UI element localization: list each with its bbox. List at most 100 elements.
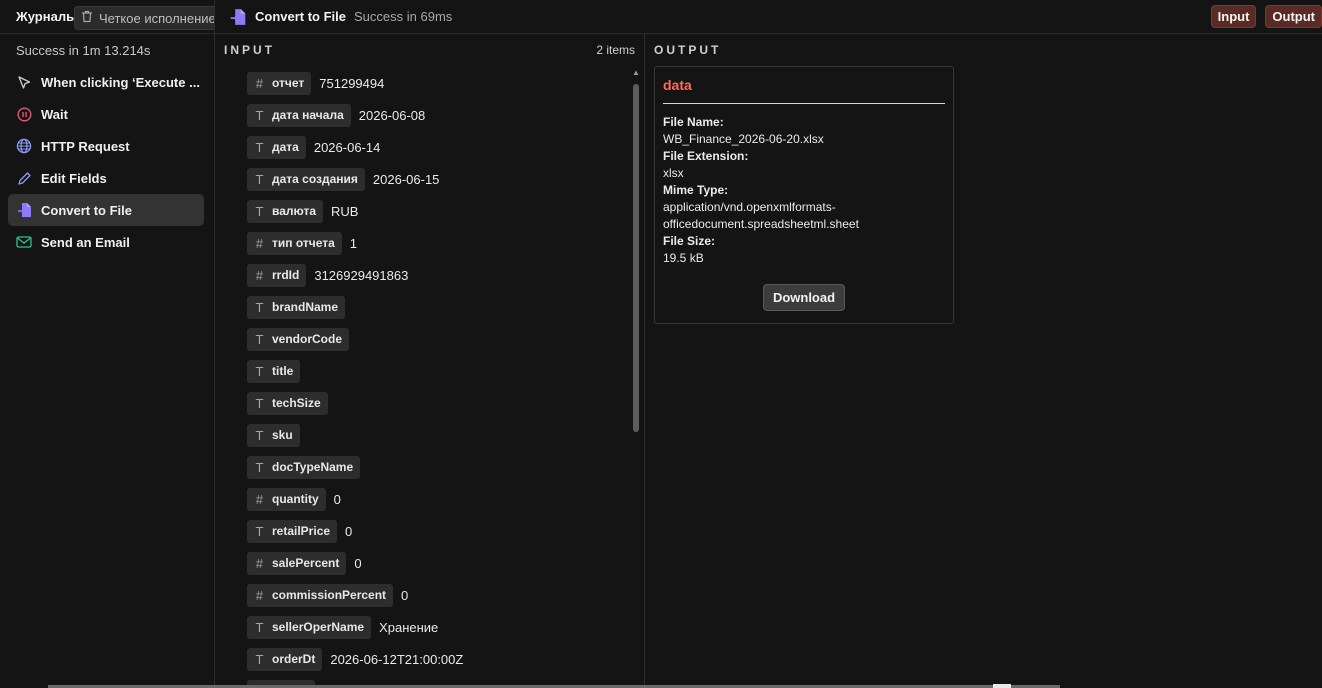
scroll-up-arrow-icon[interactable]: ▲ [632, 68, 640, 78]
node-label: When clicking ‘Execute ... [41, 74, 200, 90]
file-metadata: File Name: WB_Finance_2026-06-20.xlsx Fi… [663, 114, 945, 267]
mime-type-value-line1: application/vnd.openxmlformats- [663, 200, 836, 214]
binary-key: data [663, 77, 945, 104]
number-type-icon: # [255, 587, 264, 603]
number-type-icon: # [255, 75, 264, 91]
input-panel-label: INPUT [224, 43, 275, 57]
field-key-chip[interactable]: TvendorCode [247, 327, 350, 351]
node-label: Convert to File [41, 202, 133, 218]
input-field-row: Tдата 2026-06-14 [247, 131, 627, 163]
view-toggle: Input Output [1210, 5, 1322, 28]
input-field-row: Tдата создания 2026-06-15 [247, 163, 627, 195]
field-key-chip[interactable]: Tдата создания [247, 167, 365, 191]
field-key-chip[interactable]: # quantity [247, 487, 326, 511]
field-key-chip[interactable]: TretailPrice [247, 519, 338, 543]
field-value: 0 [354, 555, 362, 571]
field-key-chip[interactable]: TorderDt [247, 647, 323, 671]
field-key: vendorCode [272, 332, 343, 346]
node-list: When clicking ‘Execute ... Wait HTTP Req… [0, 66, 214, 258]
node-item-send-email[interactable]: Send an Email [8, 226, 204, 258]
node-item-convert-to-file[interactable]: Convert to File [8, 194, 204, 226]
input-field-row: Tsku [247, 419, 627, 451]
input-scrollbar[interactable]: ▲ [632, 68, 640, 688]
execution-tag[interactable]: Четкое исполнение [74, 6, 214, 30]
field-key: отчет [272, 76, 305, 90]
node-item-http-request[interactable]: HTTP Request [8, 130, 204, 162]
file-name-value: WB_Finance_2026-06-20.xlsx [663, 132, 824, 146]
binary-data-card: data File Name: WB_Finance_2026-06-20.xl… [654, 66, 954, 324]
input-field-row: # тип отчета 1 [247, 227, 627, 259]
download-button[interactable]: Download [762, 284, 846, 311]
input-button[interactable]: Input [1210, 5, 1257, 28]
field-key-chip[interactable]: # тип отчета [247, 231, 342, 255]
field-key: techSize [272, 396, 321, 410]
field-key: дата начала [272, 108, 344, 122]
field-value: 2026-06-15 [372, 171, 440, 187]
node-item-edit-fields[interactable]: Edit Fields [8, 162, 204, 194]
input-field-list: # отчет 751299494 Tдата начала 2026-06-08 Tда… [247, 67, 627, 688]
node-label: HTTP Request [41, 138, 130, 154]
logs-sidebar: Журналы Четкое исполнение Success in 1m … [0, 0, 215, 688]
node-run-status: Success in 69ms [354, 9, 453, 24]
field-value: 0 [401, 587, 409, 603]
field-value: 1 [349, 235, 358, 251]
field-key: quantity [272, 492, 319, 506]
field-key: brandName [272, 300, 339, 314]
field-key-chip[interactable]: TsellerOperName [247, 615, 372, 639]
node-item-manual-trigger[interactable]: When clicking ‘Execute ... [8, 66, 204, 98]
horizontal-scroll-thumb[interactable] [993, 684, 1011, 688]
field-key: rrdId [272, 268, 300, 282]
number-type-icon: # [255, 491, 264, 507]
file-name-label: File Name: [663, 115, 724, 129]
output-button[interactable]: Output [1265, 5, 1322, 28]
field-key-chip[interactable]: Tдата [247, 135, 306, 159]
input-field-row: # commissionPercent 0 [247, 579, 627, 611]
output-panel-label: OUTPUT [654, 43, 722, 57]
field-key-chip[interactable]: Ttitle [247, 359, 301, 383]
items-count: 2 items [596, 43, 635, 57]
field-value: RUB [331, 203, 359, 219]
field-key-chip[interactable]: # отчет [247, 71, 312, 95]
node-title: Convert to File [255, 9, 347, 24]
string-type-icon: T [255, 139, 264, 155]
field-key-chip[interactable]: # rrdId [247, 263, 307, 287]
field-key-chip[interactable]: Tдата начала [247, 103, 351, 127]
field-key-chip[interactable]: Tвалюта [247, 199, 324, 223]
node-item-wait[interactable]: Wait [8, 98, 204, 130]
input-field-row: TbrandName [247, 291, 627, 323]
field-key-chip[interactable]: TtechSize [247, 391, 328, 415]
node-label: Send an Email [41, 234, 130, 250]
field-key: title [272, 364, 294, 378]
field-value: 2026-06-14 [313, 139, 381, 155]
string-type-icon: T [255, 395, 264, 411]
input-panel: INPUT 2 items # отчет 751299494 Tдата начал… [215, 34, 645, 688]
field-key: orderDt [272, 652, 316, 666]
field-key-chip[interactable]: Tsku [247, 423, 300, 447]
string-type-icon: T [255, 619, 264, 635]
pause-icon [16, 106, 32, 122]
field-key: дата создания [272, 172, 358, 186]
field-key: валюта [272, 204, 317, 218]
input-field-row: TsellerOperName Хранение [247, 611, 627, 643]
field-key-chip[interactable]: # salePercent [247, 551, 347, 575]
sidebar-title: Журналы [16, 9, 78, 24]
node-label: Wait [41, 106, 68, 122]
input-field-row: Ttitle [247, 355, 627, 387]
string-type-icon: T [255, 107, 264, 123]
string-type-icon: T [255, 523, 264, 539]
trash-icon[interactable] [81, 10, 93, 26]
number-type-icon: # [255, 555, 264, 571]
input-field-row: TtechSize [247, 387, 627, 419]
scroll-thumb[interactable] [633, 84, 639, 432]
string-type-icon: T [255, 427, 264, 443]
field-value: 751299494 [319, 75, 385, 91]
pencil-icon [16, 170, 32, 186]
string-type-icon: T [255, 459, 264, 475]
field-key-chip[interactable]: TdocTypeName [247, 455, 361, 479]
number-type-icon: # [255, 235, 264, 251]
sidebar-header: Журналы Четкое исполнение [0, 0, 214, 34]
file-size-value: 19.5 kB [663, 251, 704, 265]
field-key-chip[interactable]: # commissionPercent [247, 583, 394, 607]
field-value: Хранение [379, 619, 439, 635]
field-key-chip[interactable]: TbrandName [247, 295, 346, 319]
